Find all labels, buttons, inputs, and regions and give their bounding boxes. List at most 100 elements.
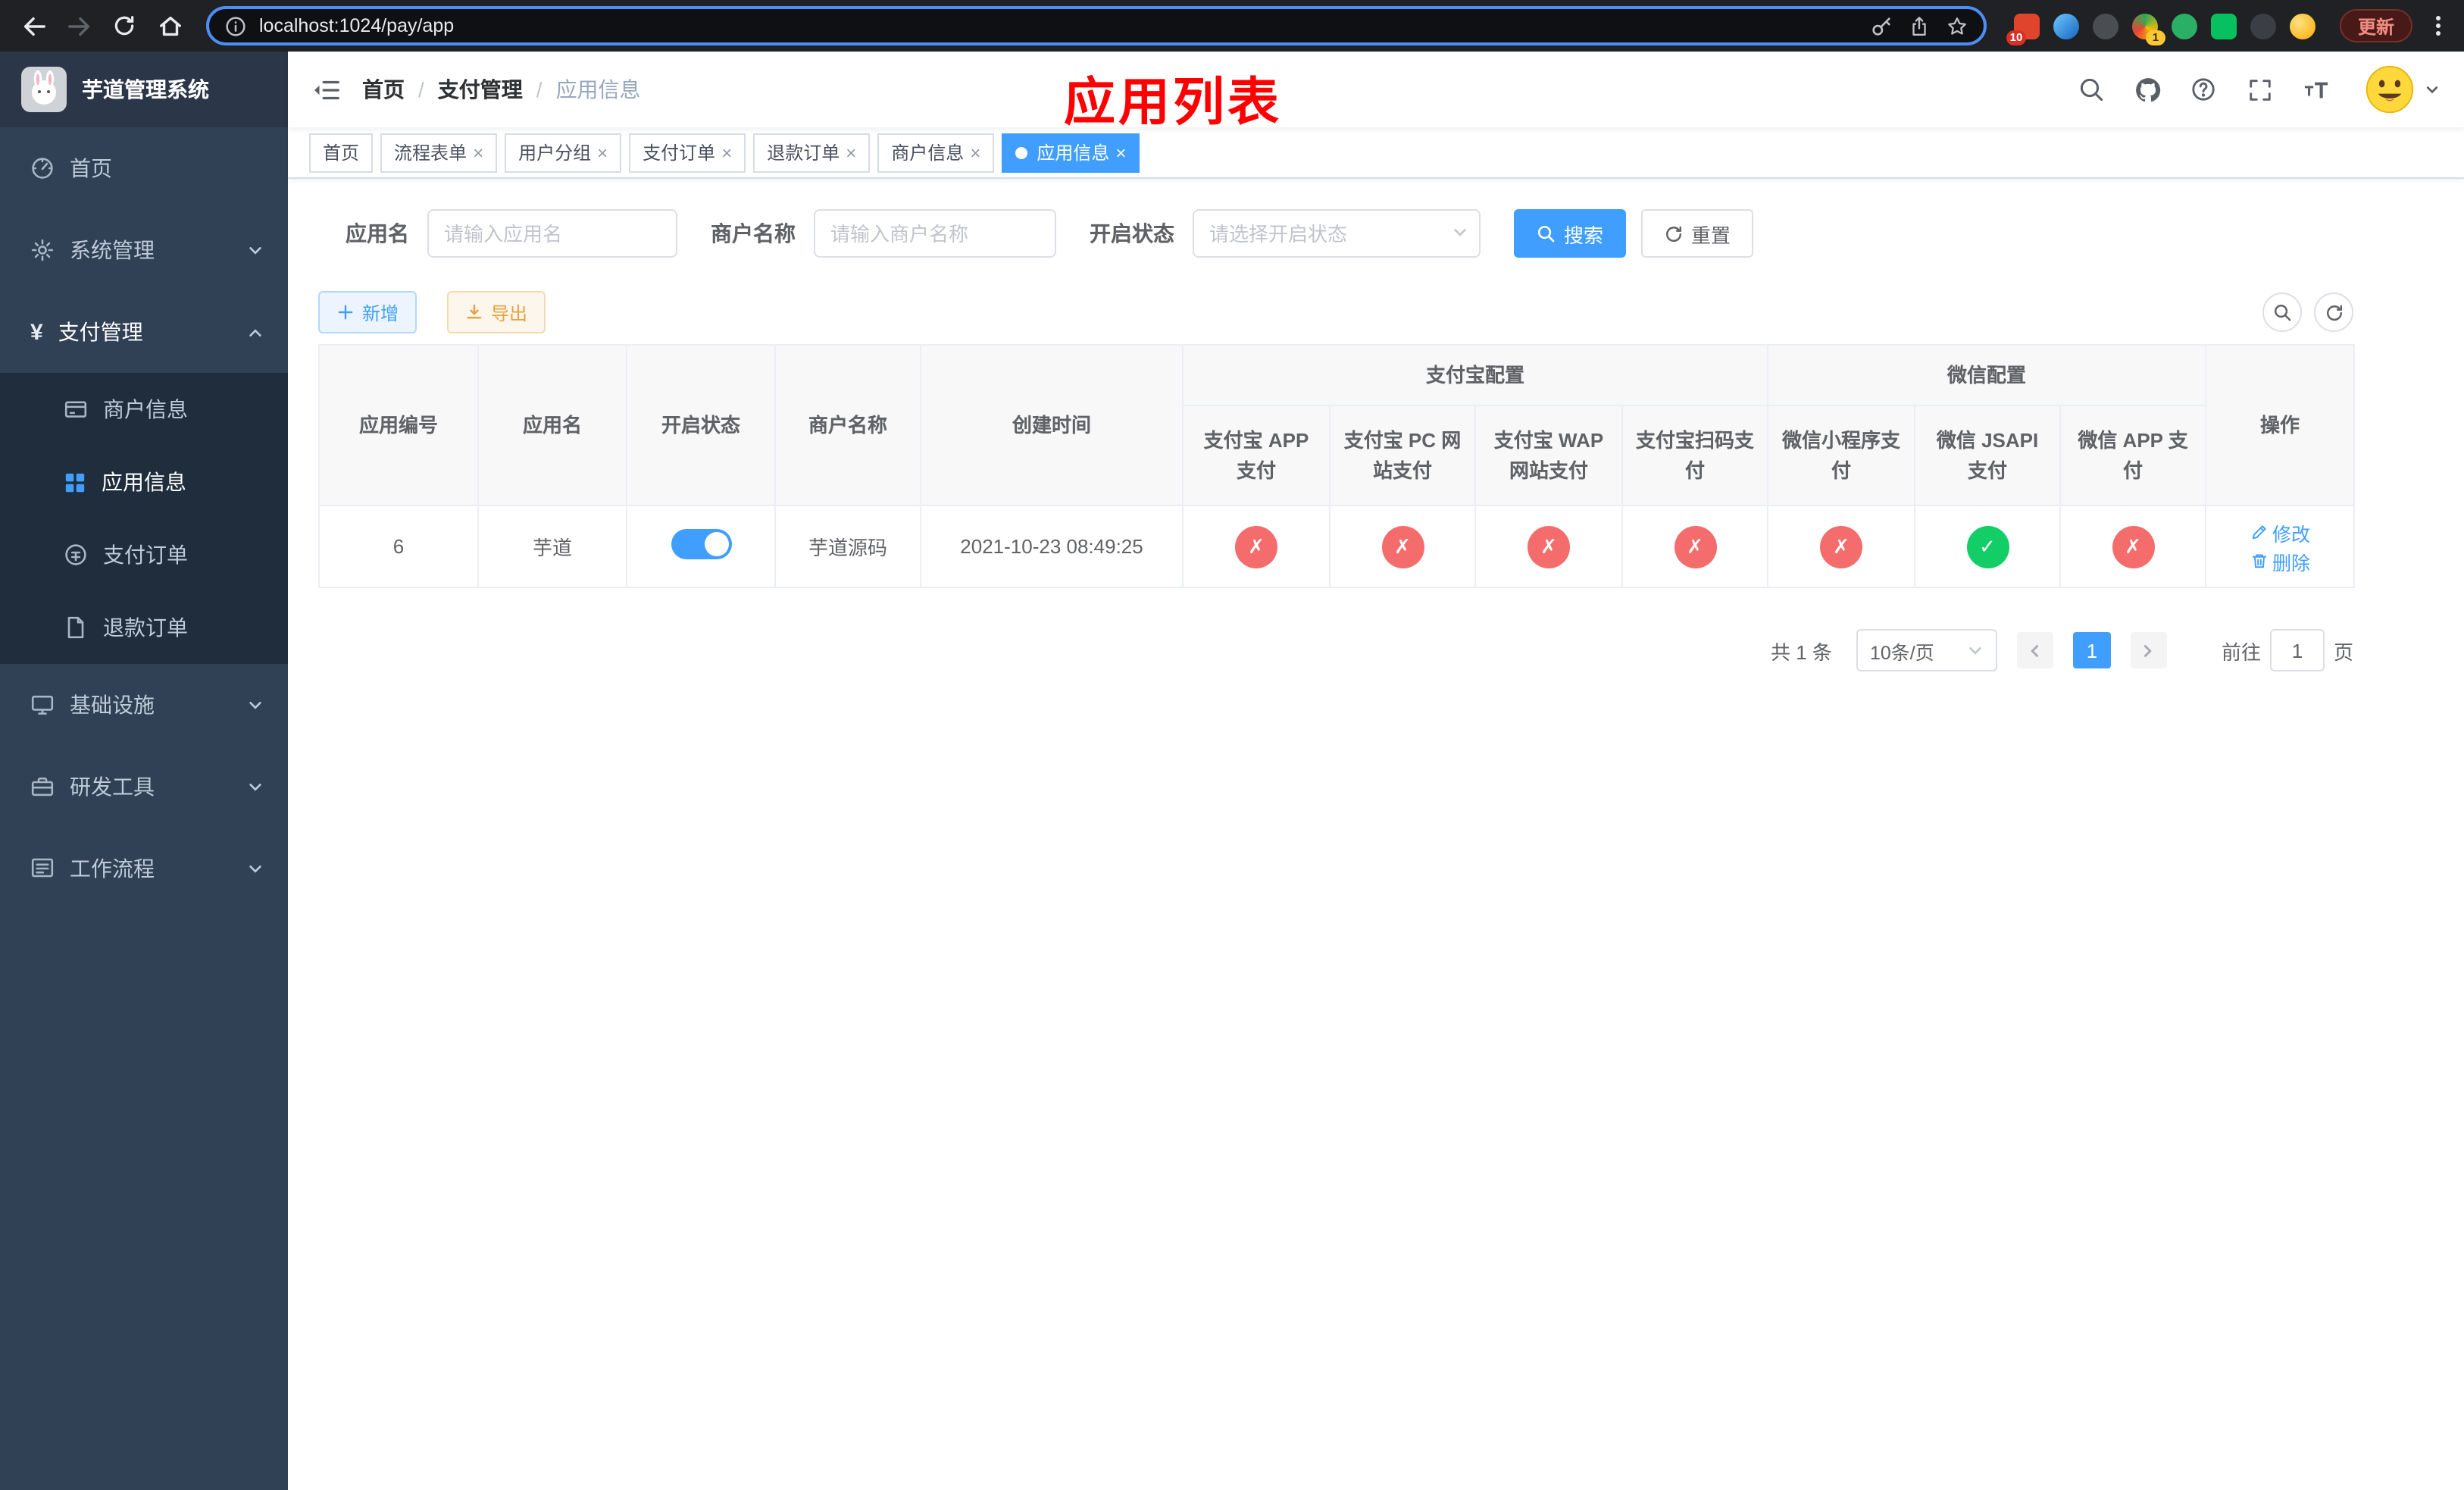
- browser-update-button[interactable]: 更新: [2339, 9, 2412, 42]
- delete-link[interactable]: 删除: [2250, 546, 2310, 575]
- goto-page-input[interactable]: [2269, 629, 2325, 671]
- sidebar-item-refund-order[interactable]: 退款订单: [0, 591, 288, 664]
- col-alipay-app: 支付宝 APP 支付: [1182, 405, 1330, 506]
- url-bar[interactable]: localhost:1024/pay/app: [206, 6, 1987, 45]
- github-icon[interactable]: [2131, 73, 2164, 106]
- search-icon[interactable]: [2075, 73, 2108, 106]
- group-alipay-config: 支付宝配置: [1181, 344, 1769, 406]
- share-icon[interactable]: [1908, 14, 1931, 37]
- sidebar-item-label: 首页: [70, 156, 112, 180]
- edit-link[interactable]: 修改: [2250, 518, 2310, 546]
- col-app-name: 应用名: [477, 344, 627, 506]
- payment-submenu: 商户信息 应用信息 支付订单 退款订单: [0, 373, 288, 664]
- close-icon[interactable]: ×: [597, 143, 608, 161]
- chevron-down-icon: [249, 701, 261, 709]
- search-button[interactable]: 搜索: [1514, 209, 1627, 258]
- col-wechat-mini: 微信小程序支付: [1767, 405, 1916, 506]
- add-button[interactable]: 新增: [318, 291, 417, 333]
- cell-created: 2021-10-23 08:49:25: [920, 505, 1184, 588]
- col-created: 创建时间: [920, 344, 1184, 506]
- sidebar-item-payment[interactable]: ¥ 支付管理: [0, 291, 288, 373]
- sidebar-item-app-info[interactable]: 应用信息: [0, 446, 288, 518]
- sidebar-item-payment-order[interactable]: 支付订单: [0, 518, 288, 591]
- extension-icon[interactable]: 10: [2006, 13, 2040, 45]
- close-icon[interactable]: ×: [846, 143, 856, 161]
- sidebar: 芋道管理系统 首页 系统管理 ¥ 支付管理 商户信息 应用信息 支付订单 退款订…: [0, 52, 288, 1490]
- password-key-icon[interactable]: [1870, 14, 1893, 37]
- close-icon[interactable]: ×: [473, 143, 483, 161]
- table-row: 6 芋道 芋道源码 2021-10-23 08:49:25 ✗ ✗ ✗ ✗ ✗: [318, 505, 2356, 588]
- sidebar-item-workflow[interactable]: 工作流程: [0, 828, 288, 909]
- extension-icon[interactable]: [2289, 13, 2315, 39]
- next-page-button[interactable]: [2130, 632, 2167, 668]
- logo[interactable]: 芋道管理系统: [0, 52, 288, 127]
- page-number-button[interactable]: 1: [2072, 632, 2111, 668]
- breadcrumb-payment[interactable]: 支付管理: [438, 74, 543, 105]
- sidebar-item-system[interactable]: 系统管理: [0, 209, 288, 291]
- sidebar-item-infrastructure[interactable]: 基础设施: [0, 664, 288, 746]
- extension-icon[interactable]: [2210, 13, 2237, 39]
- extension-icon[interactable]: [2053, 13, 2079, 39]
- chevron-down-icon: [249, 865, 261, 872]
- tag-home[interactable]: 首页: [309, 133, 374, 172]
- tag-app-info[interactable]: 应用信息 ×: [1002, 133, 1140, 172]
- sidebar-item-label: 基础设施: [70, 693, 155, 717]
- app-title: 芋道管理系统: [82, 77, 209, 102]
- sidebar-item-merchant-info[interactable]: 商户信息: [0, 373, 288, 446]
- reset-button[interactable]: 重置: [1641, 209, 1754, 258]
- col-alipay-wap: 支付宝 WAP 网站支付: [1474, 405, 1623, 506]
- order-icon: [64, 543, 88, 567]
- url-text[interactable]: localhost:1024/pay/app: [259, 15, 1858, 36]
- app-grid-icon: [64, 471, 86, 493]
- site-info-icon[interactable]: [224, 14, 247, 37]
- prev-page-button[interactable]: [2016, 632, 2053, 668]
- close-icon[interactable]: ×: [1115, 143, 1126, 161]
- tag-merchant-info[interactable]: 商户信息 ×: [877, 133, 995, 172]
- extension-icon[interactable]: [2171, 13, 2197, 39]
- status-select[interactable]: [1193, 209, 1481, 258]
- sidebar-item-dev-tools[interactable]: 研发工具: [0, 746, 288, 828]
- yen-icon: ¥: [30, 319, 43, 345]
- tag-process-form[interactable]: 流程表单 ×: [380, 133, 498, 172]
- tag-refund-order[interactable]: 退款订单 ×: [753, 133, 871, 172]
- close-icon[interactable]: ×: [721, 143, 732, 161]
- annotation-title: 应用列表: [1064, 74, 1282, 132]
- help-icon[interactable]: [2187, 73, 2220, 106]
- extension-icon[interactable]: [2092, 13, 2118, 39]
- browser-back-icon[interactable]: [15, 8, 52, 44]
- merchant-card-icon: [64, 397, 88, 421]
- status-label: 开启状态: [1090, 221, 1174, 246]
- sidebar-item-home[interactable]: 首页: [0, 127, 288, 209]
- col-app-id: 应用编号: [318, 344, 479, 506]
- breadcrumb-home[interactable]: 首页: [362, 74, 424, 105]
- tag-user-group[interactable]: 用户分组 ×: [505, 133, 622, 172]
- user-menu[interactable]: [2364, 64, 2440, 115]
- browser-refresh-icon[interactable]: [106, 8, 142, 44]
- refresh-table-button[interactable]: [2314, 293, 2353, 332]
- extension-badge: 1: [2145, 30, 2165, 45]
- browser-menu-icon[interactable]: [2428, 14, 2449, 38]
- avatar: [2364, 64, 2416, 115]
- app-name-input[interactable]: [427, 209, 677, 258]
- gear-icon: [30, 238, 55, 262]
- filter-form: 应用名 商户名称 开启状态 搜索 重置: [318, 209, 2353, 258]
- toggle-search-button[interactable]: [2262, 293, 2302, 332]
- extension-icon[interactable]: [2250, 13, 2276, 39]
- tag-payment-order[interactable]: 支付订单 ×: [629, 133, 746, 172]
- browser-home-icon[interactable]: [152, 8, 188, 44]
- page-size-select[interactable]: 10条/页: [1856, 629, 1997, 671]
- font-size-icon[interactable]: [2299, 73, 2332, 106]
- chevron-down-icon: [1454, 229, 1466, 236]
- close-icon[interactable]: ×: [970, 143, 980, 161]
- cell-app-name: 芋道: [477, 505, 627, 588]
- enabled-toggle[interactable]: [671, 529, 731, 559]
- browser-forward-icon[interactable]: [61, 8, 97, 44]
- export-button[interactable]: 导出: [447, 291, 546, 333]
- fullscreen-icon[interactable]: [2243, 73, 2276, 106]
- col-status: 开启状态: [626, 344, 776, 506]
- sidebar-item-label: 商户信息: [103, 397, 188, 421]
- bookmark-star-icon[interactable]: [1946, 14, 1968, 37]
- extension-icon[interactable]: 1: [2131, 13, 2165, 45]
- sidebar-fold-icon[interactable]: [312, 75, 341, 104]
- merchant-name-input[interactable]: [814, 209, 1056, 258]
